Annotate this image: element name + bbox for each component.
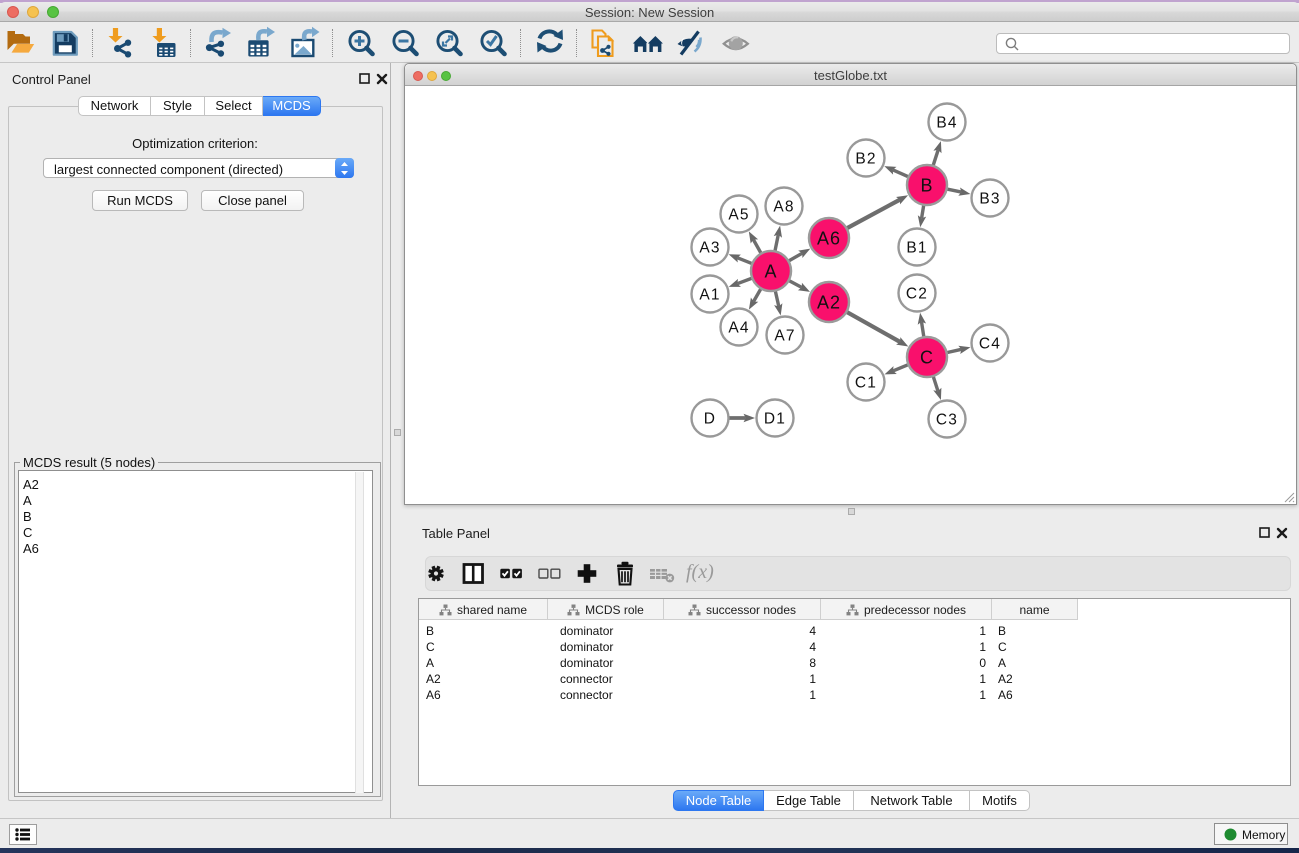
- svg-text:C1: C1: [855, 375, 877, 392]
- svg-text:B4: B4: [936, 115, 957, 132]
- svg-text:A7: A7: [774, 328, 795, 345]
- svg-text:A6: A6: [817, 229, 841, 249]
- svg-text:B: B: [920, 176, 933, 196]
- svg-text:A3: A3: [699, 240, 720, 257]
- svg-text:A2: A2: [817, 293, 841, 313]
- svg-text:B2: B2: [855, 151, 876, 168]
- svg-text:B1: B1: [906, 240, 927, 257]
- svg-text:A1: A1: [699, 287, 720, 304]
- svg-text:D: D: [704, 411, 716, 428]
- svg-text:C3: C3: [936, 412, 958, 429]
- svg-text:B3: B3: [979, 191, 1000, 208]
- svg-text:C: C: [920, 348, 934, 368]
- svg-text:A: A: [764, 262, 777, 282]
- svg-text:A4: A4: [728, 320, 749, 337]
- svg-text:D1: D1: [764, 411, 786, 428]
- svg-text:C2: C2: [906, 286, 928, 303]
- svg-text:C4: C4: [979, 336, 1001, 353]
- svg-text:A5: A5: [728, 207, 749, 224]
- svg-text:A8: A8: [773, 199, 794, 216]
